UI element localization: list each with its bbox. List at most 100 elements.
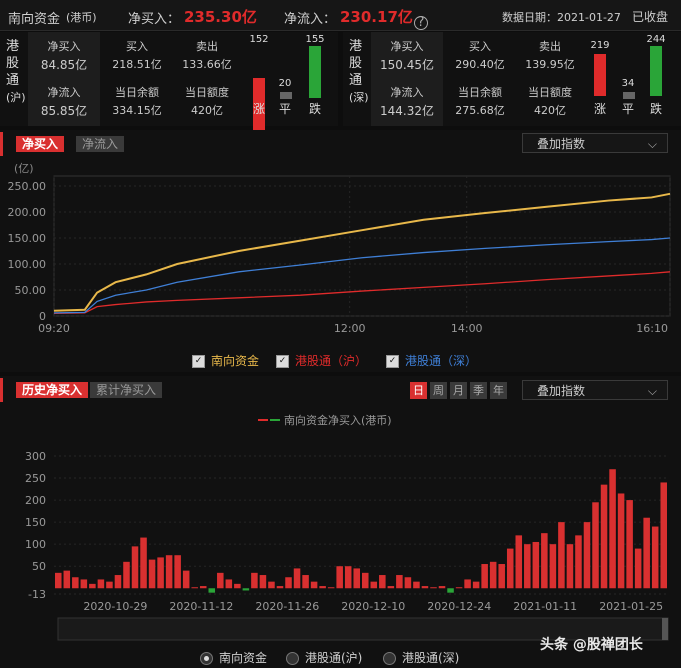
bar [541, 533, 548, 589]
down-count: 244 [646, 34, 666, 45]
bar [165, 555, 173, 589]
radio-southbound[interactable]: 南向资金 [200, 649, 267, 666]
radio-icon [286, 652, 299, 665]
bar [310, 581, 318, 589]
quota-label: 当日额度 [185, 86, 229, 99]
legend-southbound[interactable]: ✓ 南向资金 [192, 352, 259, 369]
bar [583, 522, 591, 589]
buy-label: 买入 [469, 40, 491, 53]
bar [72, 577, 79, 589]
bar [80, 579, 88, 589]
flat-label: 平 [278, 102, 291, 116]
check-icon: ✓ [276, 355, 289, 368]
balance-label: 当日余额 [458, 86, 502, 99]
bar [396, 575, 403, 589]
period-week[interactable]: 周 [430, 382, 447, 399]
bar [242, 588, 250, 591]
x-tick-label: 2020-10-29 [83, 600, 147, 613]
tab-net-inflow[interactable]: 净流入 [76, 136, 125, 152]
bar [208, 588, 216, 593]
legend-hk-sh[interactable]: ✓ 港股通（沪） [276, 352, 367, 369]
overlay-index-dropdown-2[interactable]: 叠加指数 ⌵ [522, 380, 668, 400]
flat-bar [280, 92, 292, 99]
period-quarter[interactable]: 季 [470, 382, 487, 399]
radio-hk-sz[interactable]: 港股通(深) [383, 649, 459, 666]
bar [327, 587, 335, 589]
bar [251, 572, 258, 589]
panel-title: 港股通 (沪) [6, 39, 26, 104]
check-icon: ✓ [192, 355, 205, 368]
net-buy-value: 235.30亿 [184, 8, 257, 26]
bar [430, 587, 437, 589]
bar [472, 581, 480, 589]
bar [447, 588, 454, 593]
bar [438, 586, 446, 589]
net-inflow-label: 净流入 [390, 86, 424, 99]
bar [566, 544, 574, 589]
flat-label: 平 [621, 102, 634, 116]
bar [609, 469, 616, 589]
bar [285, 577, 292, 589]
period-year[interactable]: 年 [490, 382, 507, 399]
tab-cumulative-net-buy[interactable]: 累计净买入 [90, 382, 163, 398]
quota-label: 当日额度 [528, 86, 572, 99]
history-section: 历史净买入 累计净买入 日 周 月 季 年 叠加指数 ⌵ 南向资金净买入(港币) 3… [0, 376, 681, 668]
bar [319, 586, 326, 589]
bar [558, 522, 565, 589]
bar [123, 561, 130, 589]
bar [370, 581, 378, 589]
plot-frame [53, 175, 671, 317]
bar [592, 502, 599, 589]
bar [353, 568, 360, 589]
bar [549, 544, 557, 589]
up-bar [594, 54, 606, 96]
bar [404, 577, 412, 589]
bar [575, 535, 582, 589]
bar [421, 586, 429, 589]
y-tick-label: 300 [25, 450, 46, 463]
net-inflow-value: 144.32亿 [380, 104, 434, 118]
tab-history-net-buy[interactable]: 历史净买入 [16, 382, 89, 398]
bar [148, 559, 156, 589]
tab-net-buy[interactable]: 净买入 [16, 136, 65, 152]
x-tick-label: 2020-11-12 [169, 600, 233, 613]
overlay-index-dropdown[interactable]: 叠加指数 ⌵ [522, 133, 668, 153]
bar [89, 583, 96, 589]
y-tick-label: 250 [25, 472, 46, 485]
up-label: 涨 [593, 102, 606, 116]
net-inflow-value: 85.85亿 [40, 104, 88, 118]
flat-count: 34 [621, 78, 635, 89]
sell-label: 卖出 [196, 40, 218, 53]
chart-legend-title: 南向资金净买入(港币) [284, 413, 392, 427]
bar [174, 555, 181, 589]
bar [617, 493, 625, 589]
legend-hk-sz[interactable]: ✓ 港股通（深） [386, 352, 477, 369]
chevron-down-icon: ⌵ [647, 384, 657, 398]
bar [157, 557, 164, 589]
bar [140, 537, 147, 589]
bar [660, 482, 667, 589]
bar [191, 587, 198, 589]
page-title: 南向资金 [8, 12, 61, 27]
net-inflow-value: 230.17亿 [340, 8, 413, 26]
x-tick-label: 2020-11-26 [255, 600, 319, 613]
quota-value: 420亿 [191, 104, 223, 117]
period-month[interactable]: 月 [450, 382, 467, 399]
y-tick-label: 200 [25, 494, 46, 507]
buy-value: 218.51亿 [112, 58, 162, 71]
data-date: 数据日期：2021-01-27 [502, 11, 621, 24]
period-day[interactable]: 日 [410, 382, 427, 399]
bar [259, 575, 267, 589]
down-label: 跌 [649, 102, 662, 116]
market-status: 已收盘 [632, 10, 669, 24]
y-tick-label: 200.00 [8, 206, 47, 219]
y-axis-unit: (亿) [14, 162, 34, 175]
check-icon: ✓ [386, 355, 399, 368]
sell-value: 139.95亿 [525, 58, 575, 71]
down-label: 跌 [308, 102, 321, 116]
net-inflow-label: 净流入： [284, 12, 337, 27]
radio-hk-sh[interactable]: 港股通(沪) [286, 649, 362, 666]
bar [634, 548, 642, 589]
bar [293, 568, 301, 589]
bar [114, 575, 122, 589]
